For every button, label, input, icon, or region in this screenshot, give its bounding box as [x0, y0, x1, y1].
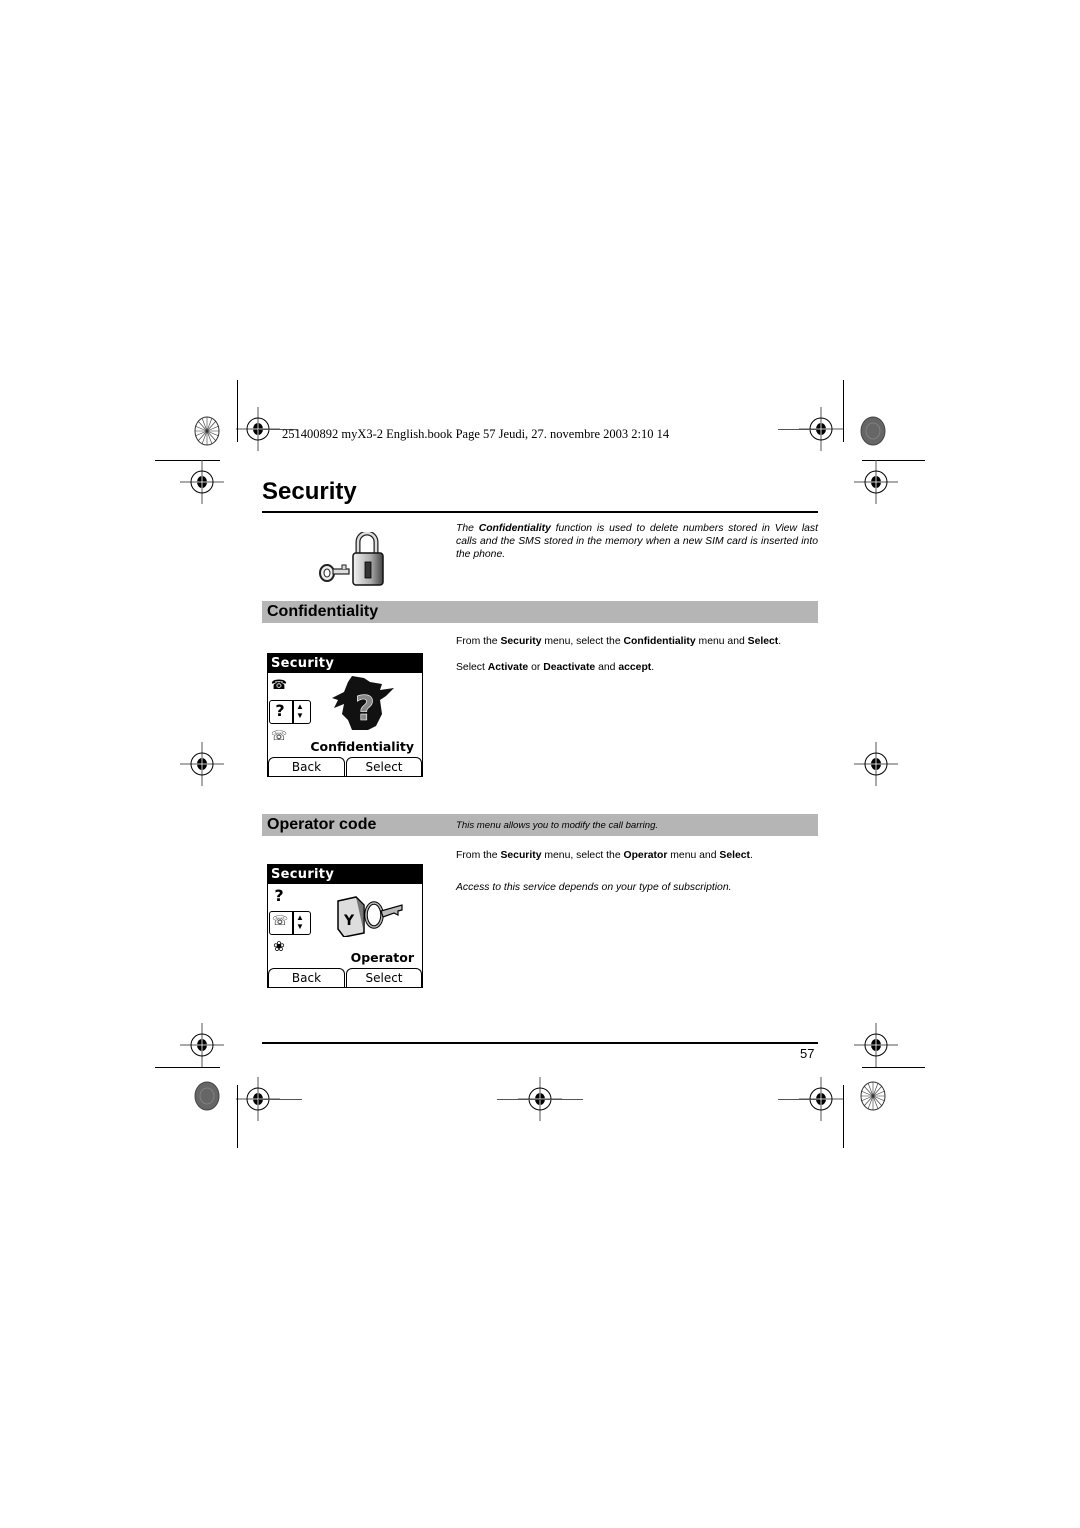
softkeys: Back Select — [268, 967, 422, 987]
instruction-text: . — [750, 850, 753, 861]
instruction-text: menu, select the — [541, 636, 624, 647]
svg-text:Y: Y — [343, 913, 355, 929]
instruction-text: From the — [456, 636, 501, 647]
instruction-text: . — [778, 636, 782, 647]
registration-mark-right-lower — [852, 1021, 900, 1069]
back-softkey[interactable]: Back — [268, 757, 345, 776]
instruction-keyword: accept — [618, 662, 652, 673]
section-title: Operator code — [267, 816, 377, 833]
selected-menu-label: Operator — [350, 950, 414, 965]
section-note: This menu allows you to modify the call … — [456, 820, 659, 831]
instruction-text: . — [651, 662, 655, 673]
instruction-keyword: Confidentiality — [623, 636, 696, 647]
registration-mark-left-middle — [178, 740, 226, 788]
starburst-register-mark-bottom-right — [860, 1081, 886, 1111]
select-softkey[interactable]: Select — [346, 968, 422, 987]
phone-screen-confidentiality: Security ☎ ? ▲ ▼ ☏ ? Confidentiality Back… — [267, 653, 423, 777]
instruction-keyword: Operator — [623, 850, 668, 861]
intro-prefix: The — [456, 523, 479, 534]
instruction-keyword: Deactivate — [543, 662, 596, 673]
crop-line — [258, 1099, 302, 1100]
crop-line — [778, 1099, 818, 1100]
page-title: Security — [262, 478, 357, 505]
selector-divider — [292, 912, 294, 934]
screen-title: Security — [268, 865, 422, 884]
section-header-confidentiality: Confidentiality — [262, 601, 818, 623]
crop-line — [862, 1067, 925, 1068]
print-header-meta: 251400892 myX3-2 English.book Page 57 Je… — [282, 427, 670, 441]
up-down-arrows-icon: ▲ ▼ — [296, 913, 304, 931]
instruction-line: From the Security menu, select the Confi… — [456, 636, 781, 647]
up-down-arrows-icon: ▲ ▼ — [296, 702, 304, 720]
instruction-keyword: Activate — [487, 662, 529, 673]
registration-mark-left-lower — [178, 1021, 226, 1069]
registration-mark-right-middle — [852, 740, 900, 788]
key-and-padlock-icon — [318, 530, 390, 588]
phone-screen-operator: Security ? ☏ ▲ ▼ ❀ Y Operator Back Select — [267, 864, 423, 988]
phone-book-icon: ☎ — [270, 678, 288, 693]
instruction-line: Select Activate or Deactivate and accept… — [456, 662, 654, 673]
back-softkey[interactable]: Back — [268, 968, 345, 987]
puzzle-icon: ❀ — [273, 939, 285, 955]
softkeys: Back Select — [268, 756, 422, 776]
subscription-note: Access to this service depends on your t… — [456, 882, 732, 893]
gray-disc-register-mark-bottom-left — [194, 1081, 220, 1111]
crop-line — [155, 1067, 220, 1068]
selector-divider — [292, 701, 294, 723]
crop-line — [497, 1099, 583, 1100]
selected-item-box: ☏ ▲ ▼ — [269, 911, 311, 935]
phone-lock-icon: ☏ — [271, 914, 289, 929]
page-number: 57 — [800, 1046, 815, 1061]
instruction-text: and — [595, 662, 619, 673]
screen-title: Security — [268, 654, 422, 673]
intro-paragraph: The Confidentiality function is used to … — [456, 522, 818, 561]
instruction-text: menu and — [695, 636, 748, 647]
title-rule — [262, 511, 818, 513]
question-mark-icon: ? — [275, 701, 285, 720]
crop-line — [843, 380, 844, 442]
svg-text:?: ? — [355, 689, 375, 729]
instruction-text: menu and — [667, 850, 720, 861]
registration-mark-left-upper — [178, 458, 226, 506]
instruction-keyword: Security — [500, 850, 542, 861]
selected-item-box: ? ▲ ▼ — [269, 700, 311, 724]
instruction-text: menu, select the — [541, 850, 624, 861]
instruction-text: or — [528, 662, 544, 673]
footer-rule — [262, 1042, 818, 1044]
phone-lock-icon: ☏ — [270, 729, 288, 744]
gray-disc-register-mark-top-right — [860, 416, 886, 446]
starburst-register-mark-top-left — [194, 416, 220, 446]
section-header-operator-code: Operator code This menu allows you to mo… — [262, 814, 818, 836]
question-silhouette-icon: ? — [332, 676, 394, 730]
instruction-text: Select — [456, 662, 488, 673]
crop-line — [237, 1085, 238, 1148]
instruction-keyword: Select — [719, 850, 751, 861]
section-title: Confidentiality — [267, 603, 379, 620]
crop-line — [778, 429, 818, 430]
question-mark-icon: ? — [274, 886, 284, 905]
crop-line — [237, 380, 238, 442]
instruction-line: From the Security menu, select the Opera… — [456, 850, 753, 861]
instruction-keyword: Select — [747, 636, 779, 647]
selected-menu-label: Confidentiality — [310, 739, 414, 754]
select-softkey[interactable]: Select — [346, 757, 422, 776]
phone-key-icon: Y — [337, 896, 403, 937]
intro-bold-term: Confidentiality — [478, 523, 551, 534]
instruction-keyword: Security — [500, 636, 542, 647]
instruction-text: From the — [456, 850, 501, 861]
crop-line — [843, 1085, 844, 1148]
registration-mark-right-upper — [852, 458, 900, 506]
